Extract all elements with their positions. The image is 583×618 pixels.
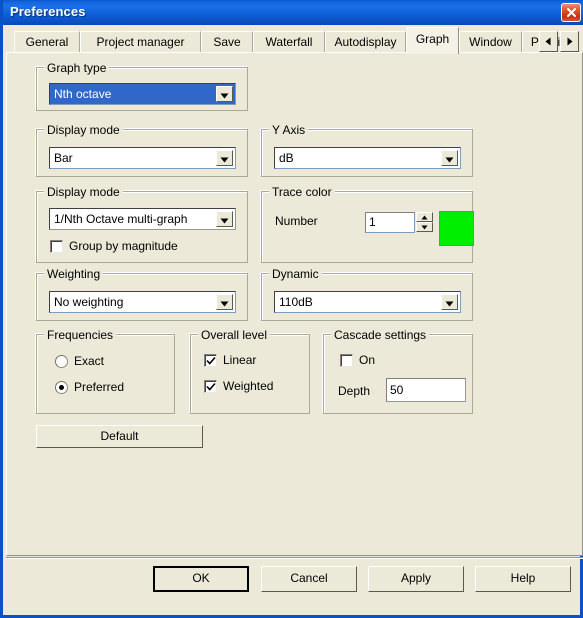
trace-color-legend: Trace color <box>269 185 335 199</box>
checkbox-box <box>204 380 217 393</box>
frequencies-group: Frequencies Exact Preferred <box>36 328 175 414</box>
radio-circle <box>55 381 68 394</box>
dynamic-legend: Dynamic <box>269 267 322 281</box>
chevron-down-icon[interactable] <box>216 150 233 166</box>
y-axis-legend: Y Axis <box>269 123 309 137</box>
ok-button[interactable]: OK <box>153 566 249 592</box>
trace-number-spinner[interactable] <box>416 212 433 233</box>
group-by-magnitude-label: Group by magnitude <box>69 239 178 253</box>
display-mode-group-1: Display mode Bar <box>36 123 248 177</box>
frequencies-preferred-label: Preferred <box>74 380 125 394</box>
checkbox-box <box>204 354 217 367</box>
y-axis-group: Y Axis dB <box>261 123 473 177</box>
graph-type-combobox[interactable]: Nth octave <box>49 83 236 105</box>
help-button-label: Help <box>510 571 536 585</box>
graph-type-group: Graph type Nth octave <box>36 61 248 111</box>
chevron-down-icon[interactable] <box>216 294 233 310</box>
frequencies-exact-label: Exact <box>74 354 105 368</box>
tab-scroll-right-button[interactable] <box>560 31 579 52</box>
cascade-depth-input[interactable]: 50 <box>386 378 466 402</box>
trace-color-group: Trace color Number 1 <box>261 185 474 263</box>
weighting-combobox[interactable]: No weighting <box>49 291 236 313</box>
title-bar: Preferences <box>3 0 583 25</box>
default-button-label: Default <box>100 429 139 443</box>
default-button[interactable]: Default <box>36 425 203 448</box>
window-title: Preferences <box>10 4 86 19</box>
cancel-button[interactable]: Cancel <box>261 566 357 592</box>
display-mode-2-legend: Display mode <box>44 185 123 199</box>
chevron-down-icon[interactable] <box>441 150 458 166</box>
cascade-depth-label: Depth <box>338 384 371 398</box>
cancel-button-label: Cancel <box>290 571 328 585</box>
cascade-settings-group: Cascade settings On Depth 50 <box>323 328 473 414</box>
tab-strip: General Project manager Save Waterfall A… <box>6 25 583 54</box>
close-icon[interactable] <box>561 3 581 22</box>
help-button[interactable]: Help <box>475 566 571 592</box>
overall-level-legend: Overall level <box>198 328 271 342</box>
y-axis-combobox[interactable]: dB <box>274 147 461 169</box>
checkbox-box <box>50 240 63 253</box>
display-mode-group-2: Display mode 1/Nth Octave multi-graph Gr… <box>36 185 248 263</box>
tab-graph[interactable]: Graph <box>406 27 459 54</box>
display-mode-2-value: 1/Nth Octave multi-graph <box>54 212 188 226</box>
dynamic-group: Dynamic 110dB <box>261 267 473 321</box>
tab-general[interactable]: General <box>14 31 80 53</box>
ok-button-label: OK <box>192 571 210 585</box>
footer-separator <box>6 557 583 559</box>
display-mode-2-combobox[interactable]: 1/Nth Octave multi-graph <box>49 208 236 230</box>
display-mode-1-legend: Display mode <box>44 123 123 137</box>
tab-save[interactable]: Save <box>201 31 253 53</box>
frequencies-legend: Frequencies <box>44 328 117 342</box>
tab-waterfall[interactable]: Waterfall <box>253 31 325 53</box>
apply-button[interactable]: Apply <box>368 566 464 592</box>
radio-circle <box>55 355 68 368</box>
weighting-legend: Weighting <box>44 267 104 281</box>
display-mode-1-value: Bar <box>54 151 73 165</box>
cascade-on-label: On <box>359 353 376 367</box>
overall-level-weighted-label: Weighted <box>223 379 274 393</box>
chevron-down-icon[interactable] <box>216 211 233 227</box>
trace-number-input[interactable]: 1 <box>365 212 415 233</box>
graph-type-legend: Graph type <box>44 61 110 75</box>
display-mode-1-combobox[interactable]: Bar <box>49 147 236 169</box>
chevron-down-icon[interactable] <box>216 86 233 102</box>
trace-number-label: Number <box>275 214 318 228</box>
dynamic-value: 110dB <box>279 295 313 309</box>
graph-type-value: Nth octave <box>54 87 112 101</box>
checkbox-box <box>340 354 353 367</box>
cascade-settings-legend: Cascade settings <box>331 328 430 342</box>
tab-window[interactable]: Window <box>459 31 522 53</box>
y-axis-value: dB <box>279 151 294 165</box>
triangle-up-icon[interactable] <box>416 212 433 222</box>
weighting-group: Weighting No weighting <box>36 267 248 321</box>
trace-color-swatch[interactable] <box>439 211 474 246</box>
dynamic-combobox[interactable]: 110dB <box>274 291 461 313</box>
tab-autodisplay[interactable]: Autodisplay <box>325 31 406 53</box>
overall-level-linear-label: Linear <box>223 353 257 367</box>
chevron-down-icon[interactable] <box>441 294 458 310</box>
tab-project-manager[interactable]: Project manager <box>80 31 201 53</box>
triangle-down-icon[interactable] <box>416 222 433 232</box>
apply-button-label: Apply <box>400 571 432 585</box>
tab-scroll-left-button[interactable] <box>539 31 558 52</box>
graph-tab-panel: Graph type Nth octave Display mode Bar D… <box>6 52 583 556</box>
weighting-value: No weighting <box>54 295 124 309</box>
overall-level-group: Overall level Linear Weighted <box>190 328 310 414</box>
preferences-dialog: Preferences General Project manager Save… <box>0 0 583 618</box>
